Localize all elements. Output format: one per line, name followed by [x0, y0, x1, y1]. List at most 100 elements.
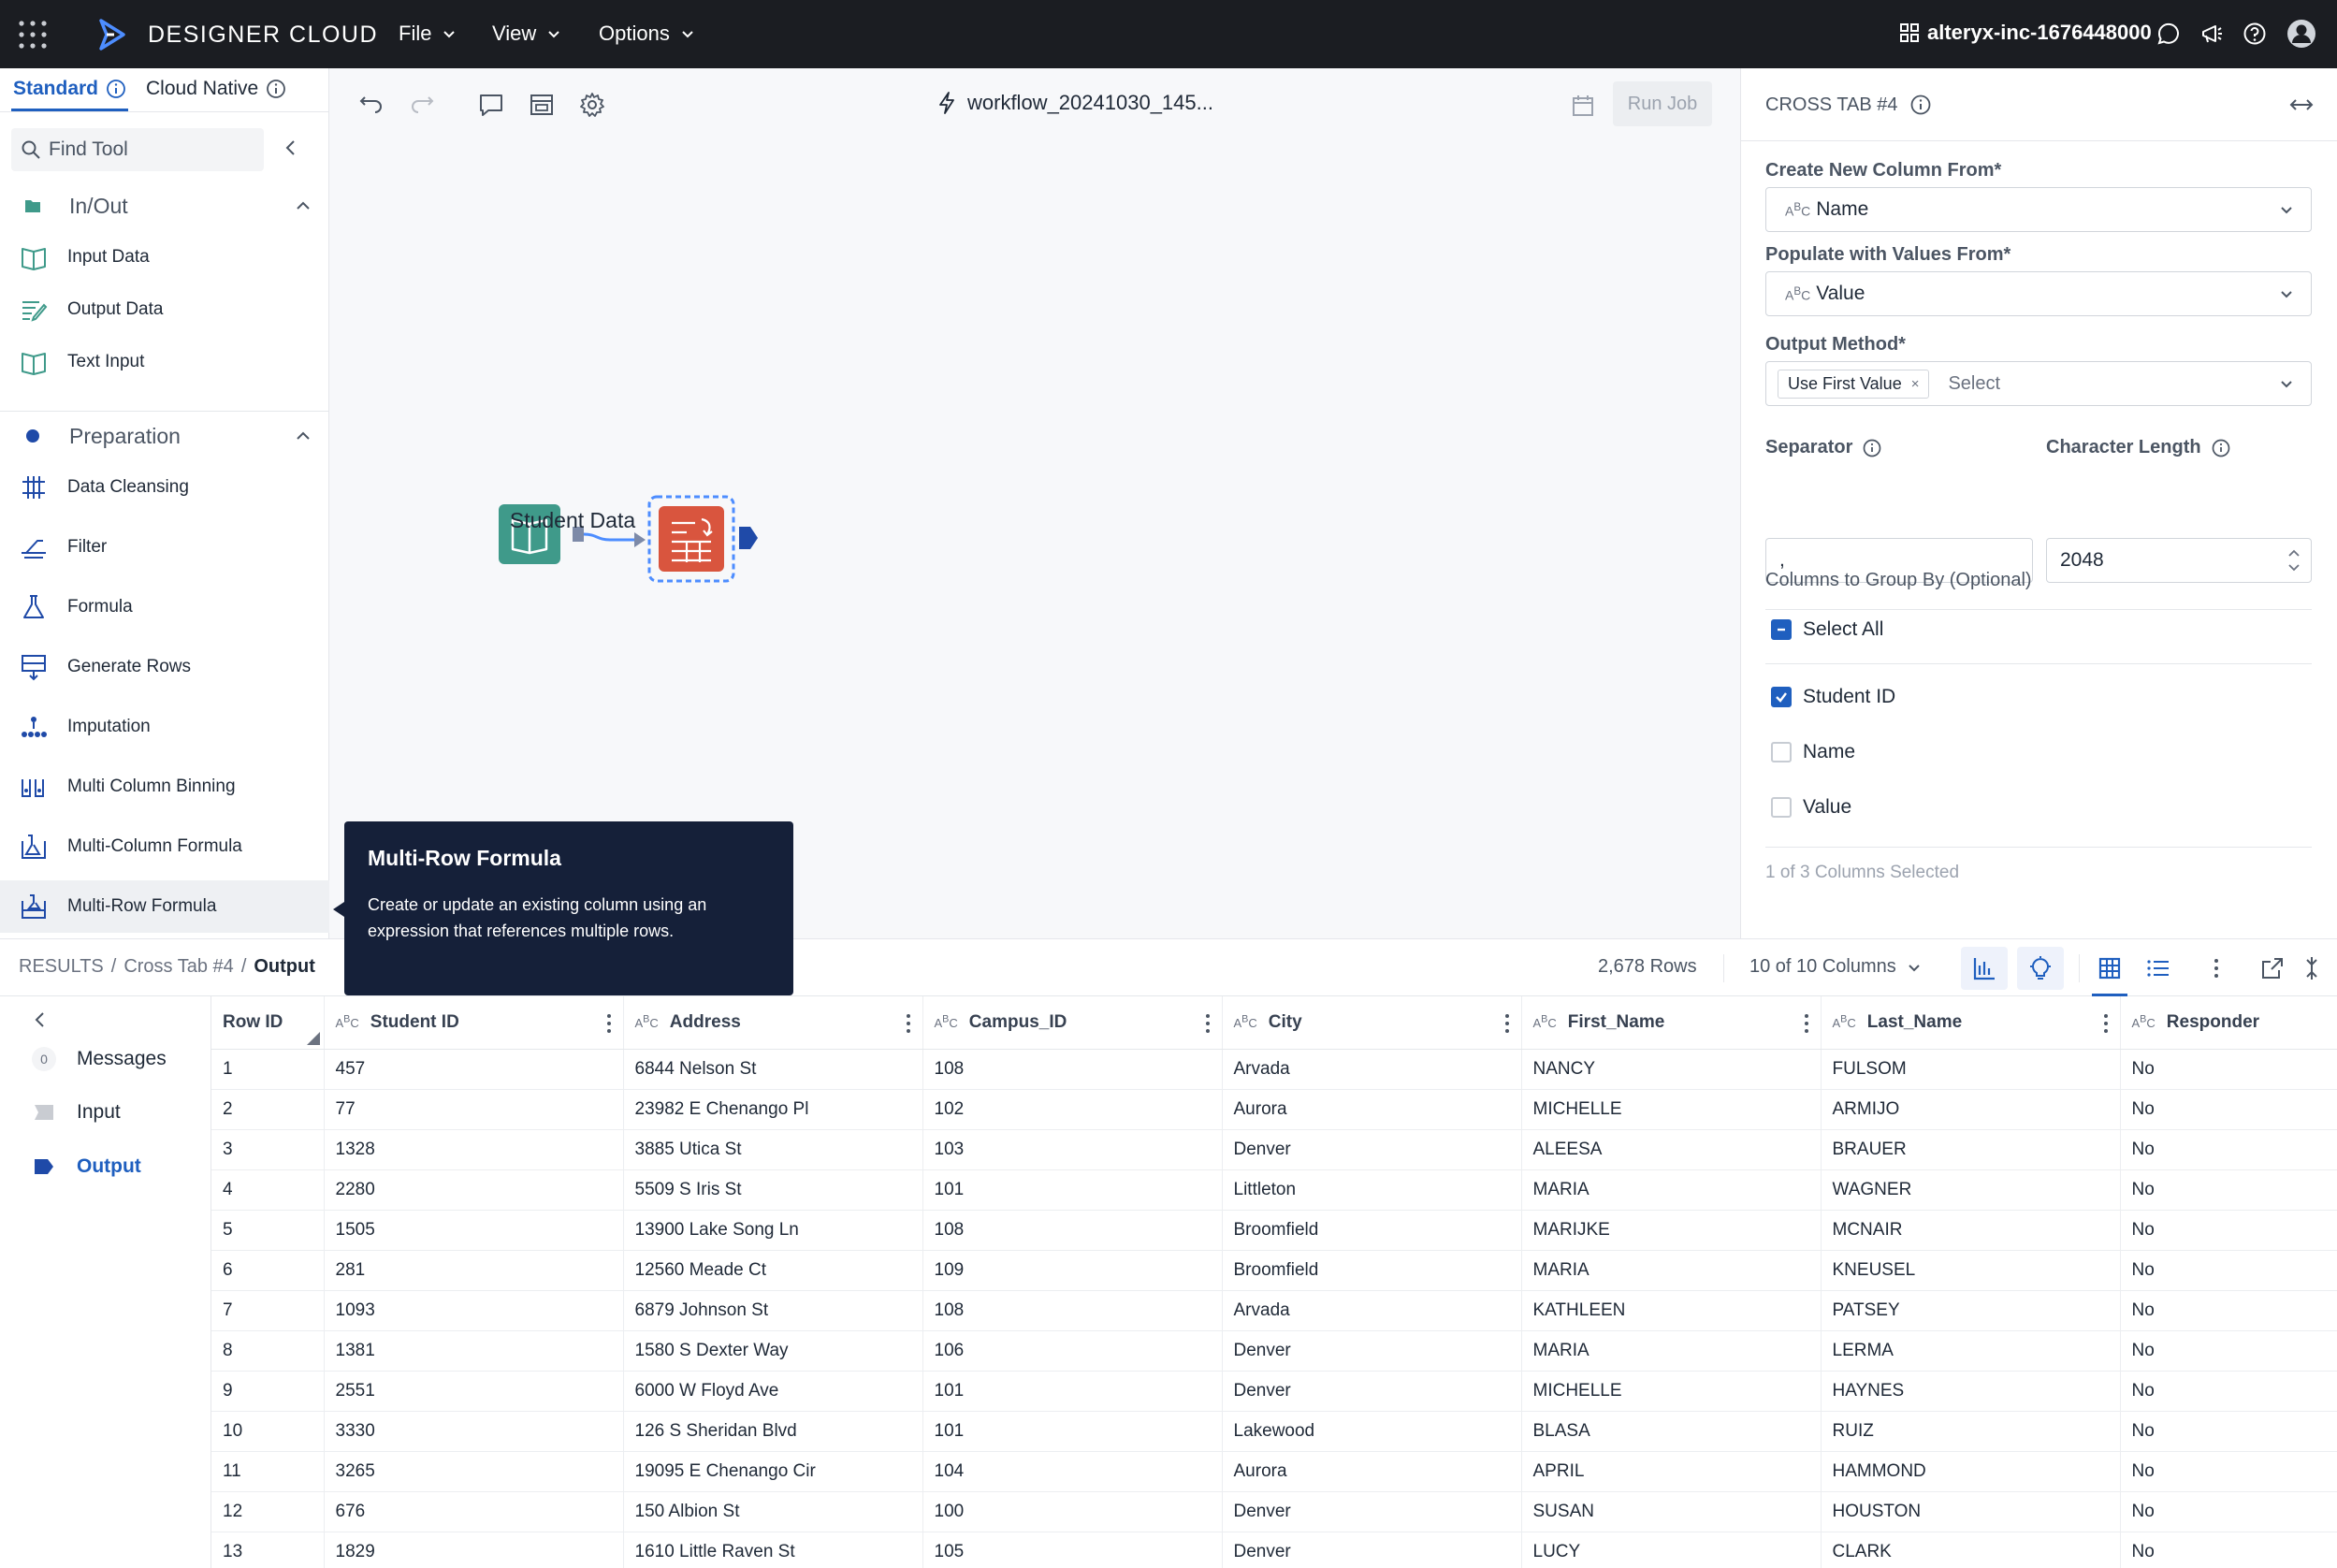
tool-filter[interactable]: Filter [0, 521, 329, 573]
table-cell[interactable]: MARIA [1521, 1250, 1822, 1291]
char-length-input[interactable]: 2048 [2046, 538, 2312, 583]
results-input[interactable]: Input [32, 1101, 121, 1124]
table-cell[interactable]: 10 [211, 1411, 325, 1452]
table-cell[interactable]: 2551 [324, 1371, 624, 1412]
chevron-left-icon[interactable] [28, 1008, 52, 1032]
table-cell[interactable]: 457 [324, 1049, 624, 1090]
calendar-icon[interactable] [1570, 93, 1596, 119]
resize-handle-icon[interactable] [306, 1031, 320, 1045]
info-icon[interactable] [1909, 94, 1932, 116]
column-menu-icon[interactable] [1504, 1013, 1510, 1034]
column-header-responder[interactable]: ABC Responder [2120, 996, 2337, 1050]
tool-generate-rows[interactable]: Generate Rows [0, 641, 329, 693]
tool-multi-column-formula[interactable]: Multi-Column Formula [0, 820, 329, 873]
output-method-chip[interactable]: Use First Value × [1778, 369, 1930, 399]
info-icon[interactable] [2211, 438, 2231, 458]
column-menu-icon[interactable] [1205, 1013, 1211, 1034]
table-cell[interactable]: 2280 [324, 1169, 624, 1211]
tab-standard[interactable]: Standard [10, 78, 129, 111]
table-cell[interactable]: BLASA [1521, 1411, 1822, 1452]
table-cell[interactable]: 105 [922, 1532, 1223, 1568]
tool-multi-column-binning[interactable]: Multi Column Binning [0, 761, 329, 813]
table-cell[interactable]: 12560 Meade Ct [623, 1250, 923, 1291]
table-cell[interactable]: FULSOM [1821, 1049, 2121, 1090]
table-cell[interactable]: 126 S Sheridan Blvd [623, 1411, 923, 1452]
tool-data-cleansing[interactable]: Data Cleansing [0, 461, 329, 514]
category-preparation[interactable]: Preparation [0, 413, 329, 459]
column-header-row-id[interactable]: Row ID [211, 996, 325, 1050]
user-avatar-icon[interactable] [2286, 19, 2316, 49]
table-cell[interactable]: ARMIJO [1821, 1089, 2121, 1130]
table-cell[interactable]: MICHELLE [1521, 1089, 1822, 1130]
table-cell[interactable]: 6000 W Floyd Ave [623, 1371, 923, 1412]
table-cell[interactable]: 103 [922, 1129, 1223, 1170]
container-icon[interactable] [528, 91, 556, 119]
populate-select[interactable]: ABC Value [1765, 271, 2312, 316]
number-stepper-icon[interactable] [2285, 543, 2303, 578]
table-cell[interactable]: 3265 [324, 1451, 624, 1492]
table-cell[interactable]: 150 Albion St [623, 1491, 923, 1532]
tool-output-data[interactable]: Output Data [0, 283, 329, 336]
table-cell[interactable]: CLARK [1821, 1532, 2121, 1568]
menu-view[interactable]: View [492, 22, 562, 46]
table-cell[interactable]: 3 [211, 1129, 325, 1170]
open-external-icon[interactable] [2258, 954, 2286, 982]
table-cell[interactable]: 1093 [324, 1290, 624, 1331]
comment-icon[interactable] [477, 91, 505, 119]
column-checkbox-value[interactable]: Value [1771, 796, 1851, 819]
remove-chip-icon[interactable]: × [1911, 376, 1920, 392]
table-cell[interactable]: No [2120, 1491, 2337, 1532]
column-header-city[interactable]: ABC City [1222, 996, 1522, 1050]
table-cell[interactable]: No [2120, 1290, 2337, 1331]
table-cell[interactable]: No [2120, 1089, 2337, 1130]
table-cell[interactable]: 5509 S Iris St [623, 1169, 923, 1211]
table-cell[interactable]: No [2120, 1250, 2337, 1291]
table-cell[interactable]: Denver [1222, 1532, 1522, 1568]
table-cell[interactable]: WAGNER [1821, 1169, 2121, 1211]
table-cell[interactable]: HOUSTON [1821, 1491, 2121, 1532]
table-cell[interactable]: PATSEY [1821, 1290, 2121, 1331]
table-cell[interactable]: 12 [211, 1491, 325, 1532]
chat-icon[interactable] [2156, 21, 2182, 47]
table-cell[interactable]: HAYNES [1821, 1371, 2121, 1412]
column-profile-icon[interactable] [1970, 954, 1998, 982]
table-cell[interactable]: No [2120, 1451, 2337, 1492]
table-cell[interactable]: 281 [324, 1250, 624, 1291]
workspace-switcher[interactable]: alteryx-inc-1676448000 [1899, 21, 2152, 45]
column-menu-icon[interactable] [906, 1013, 911, 1034]
category-in-out[interactable]: In/Out [0, 182, 329, 229]
table-cell[interactable]: No [2120, 1210, 2337, 1251]
table-cell[interactable]: 2 [211, 1089, 325, 1130]
table-cell[interactable]: LUCY [1521, 1532, 1822, 1568]
table-cell[interactable]: 23982 E Chenango Pl [623, 1089, 923, 1130]
undo-icon[interactable] [357, 91, 385, 119]
results-output[interactable]: Output [32, 1155, 141, 1178]
column-header-student-id[interactable]: ABC Student ID [324, 996, 624, 1050]
column-menu-icon[interactable] [2103, 1013, 2109, 1034]
table-cell[interactable]: 3330 [324, 1411, 624, 1452]
table-cell[interactable]: 3885 Utica St [623, 1129, 923, 1170]
table-cell[interactable]: 1580 S Dexter Way [623, 1330, 923, 1372]
table-cell[interactable]: Aurora [1222, 1451, 1522, 1492]
lightbulb-icon[interactable] [2026, 954, 2054, 982]
table-cell[interactable]: Lakewood [1222, 1411, 1522, 1452]
table-cell[interactable]: 7 [211, 1290, 325, 1331]
table-cell[interactable]: 13 [211, 1532, 325, 1568]
table-cell[interactable]: Denver [1222, 1129, 1522, 1170]
table-cell[interactable]: 1505 [324, 1210, 624, 1251]
column-menu-icon[interactable] [606, 1013, 612, 1034]
column-header-campus-id[interactable]: ABC Campus_ID [922, 996, 1223, 1050]
table-cell[interactable]: 108 [922, 1049, 1223, 1090]
tab-cloud-native[interactable]: Cloud Native [146, 78, 286, 100]
workflow-title[interactable]: workflow_20241030_145... [937, 91, 1213, 115]
info-icon[interactable] [266, 79, 286, 99]
table-cell[interactable]: 100 [922, 1491, 1223, 1532]
table-cell[interactable]: No [2120, 1330, 2337, 1372]
collapse-results-icon[interactable] [2298, 954, 2326, 982]
table-cell[interactable]: 676 [324, 1491, 624, 1532]
table-cell[interactable]: No [2120, 1532, 2337, 1568]
settings-gear-icon[interactable] [578, 91, 606, 119]
column-header-address[interactable]: ABC Address [623, 996, 923, 1050]
tool-formula[interactable]: Formula [0, 581, 329, 633]
tool-multi-row-formula[interactable]: Multi-Row Formula [0, 880, 329, 933]
